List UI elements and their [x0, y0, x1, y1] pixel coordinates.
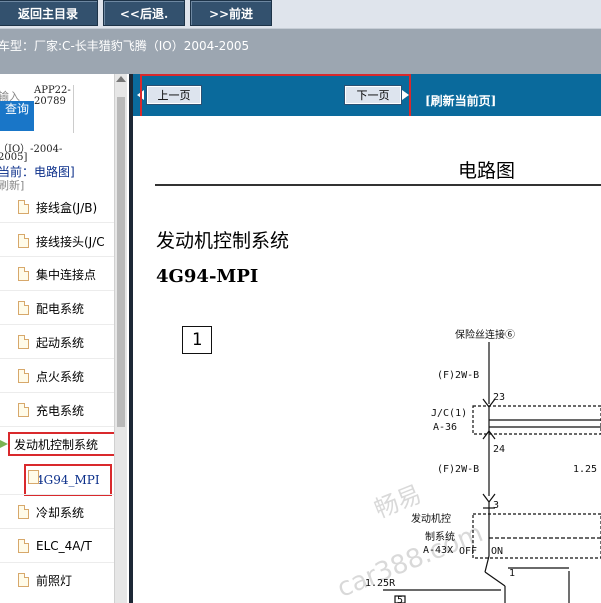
tree-item-label: 集中连接点: [36, 267, 97, 282]
pin-23: 23: [493, 392, 505, 403]
tree-item-label: 冷却系统: [36, 505, 85, 520]
tree-item-label: ELC_4A/T: [36, 539, 92, 553]
forward-button[interactable]: >>前进: [190, 0, 272, 26]
highlight-box: [140, 74, 411, 120]
query-button[interactable]: 查询: [0, 101, 34, 131]
tree-item-label: 配电系统: [36, 301, 85, 316]
refresh-page-link[interactable]: [刷新当前页]: [425, 92, 496, 109]
pin-3: 3: [493, 500, 499, 511]
document-icon: [18, 200, 29, 214]
expand-arrow-icon: [0, 440, 8, 448]
tree-child-label: 4G94_MPI: [36, 473, 100, 487]
tree-item-active[interactable]: 发动机控制系统: [8, 432, 120, 456]
tree-item-label: 接线盒(J/B): [36, 200, 98, 215]
wire-label-2: (F)2W-B: [437, 464, 479, 475]
pin-5: 5: [397, 595, 403, 603]
vehicle-value: 厂家:C-长丰猎豹飞腾（IO）2004-2005: [34, 39, 250, 53]
document-icon: [18, 369, 29, 383]
tree-item[interactable]: 点火系统: [18, 365, 84, 387]
vehicle-info: 车型：厂家:C-长丰猎豹飞腾（IO）2004-2005: [0, 37, 249, 54]
on-label: ON: [491, 546, 503, 557]
refresh-link[interactable]: 刷新]: [0, 177, 24, 193]
wire-label-1: (F)2W-B: [437, 370, 479, 381]
tree-item[interactable]: 前照灯: [18, 569, 72, 591]
scroll-thumb[interactable]: [117, 97, 125, 427]
scroll-up-icon[interactable]: [116, 76, 126, 82]
jc-label: J/C(1): [431, 408, 467, 419]
vehicle-label: 车型：: [0, 39, 35, 53]
tree-item[interactable]: 接线盒(J/B): [18, 196, 97, 218]
tree-item[interactable]: ELC_4A/T: [18, 535, 92, 557]
engine-label: 发动机控: [411, 512, 451, 525]
tree-item[interactable]: 充电系统: [18, 399, 84, 421]
pin-24: 24: [493, 444, 505, 455]
vehicle-bar: 车型：厂家:C-长丰猎豹飞腾（IO）2004-2005: [0, 28, 601, 74]
a36-label: A-36: [433, 422, 457, 433]
tree-item[interactable]: 配电系统: [18, 297, 84, 319]
tree-item[interactable]: 接线接头(J/C: [18, 230, 105, 252]
tree-item-label: 充电系统: [36, 403, 85, 418]
back-button[interactable]: <<后退.: [103, 0, 185, 26]
wiring-schematic: 保险丝连接⑥ (F)2W-B 23 J/C(1) A-36 24 (F)2W-B…: [365, 328, 601, 603]
value-125: 1.25: [573, 464, 597, 475]
app-code: APP22-20789: [34, 85, 74, 133]
tree-item[interactable]: 集中连接点: [18, 263, 96, 285]
document-icon: [18, 234, 29, 248]
document-view: 电路图 发动机控制系统 4G94-MPI 1 保险丝连接⑥ (F)2W-B 23…: [133, 116, 601, 603]
document-icon: [18, 539, 29, 553]
tree-item[interactable]: 起动系统: [18, 331, 84, 353]
tree-item-label: 前照灯: [36, 573, 73, 588]
document-icon: [28, 470, 39, 484]
fuse-label: 保险丝连接⑥: [455, 328, 515, 341]
document-icon: [18, 335, 29, 349]
document-icon: [18, 505, 29, 519]
pin-1: 1: [509, 568, 515, 579]
top-nav-bar: 返回主目录 <<后退. >>前进: [0, 0, 601, 28]
tree-item-label: 接线接头(J/C: [36, 234, 105, 249]
document-icon: [18, 267, 29, 281]
home-button[interactable]: 返回主目录: [0, 0, 98, 26]
tree-item-label: 起动系统: [36, 335, 85, 350]
model-text-2: 2005]: [0, 152, 28, 163]
tree-item[interactable]: 冷却系统: [18, 501, 84, 523]
document-icon: [18, 301, 29, 315]
document-icon: [18, 403, 29, 417]
document-icon: [18, 573, 29, 587]
tree-item-label: 点火系统: [36, 369, 85, 384]
